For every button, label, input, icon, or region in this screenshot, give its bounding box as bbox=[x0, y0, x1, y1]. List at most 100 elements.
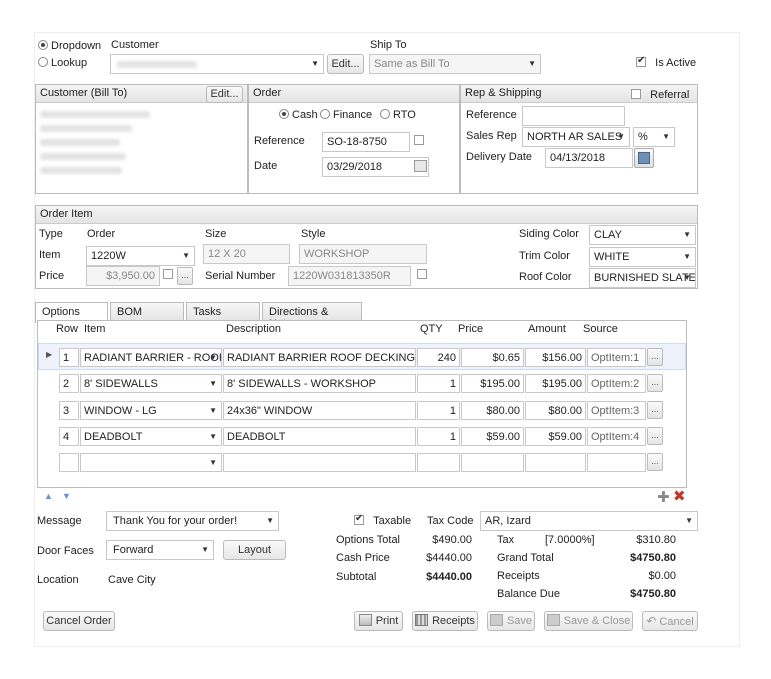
order-header: Order bbox=[249, 85, 459, 103]
row-amount: $59.00 bbox=[525, 427, 586, 446]
bill-to-edit-button[interactable]: Edit... bbox=[206, 86, 243, 103]
customer-edit-button[interactable]: Edit... bbox=[327, 54, 364, 74]
delivery-date-input[interactable]: 04/13/2018 bbox=[545, 148, 633, 168]
row-qty[interactable]: 1 bbox=[417, 401, 460, 420]
is-active-label: Is Active bbox=[655, 57, 697, 69]
save-close-icon bbox=[546, 614, 560, 626]
ship-to-select[interactable]: Same as Bill To bbox=[369, 54, 541, 74]
is-active-toggle[interactable]: Is Active bbox=[636, 55, 697, 69]
layout-button[interactable]: Layout bbox=[223, 540, 286, 560]
row-more-button[interactable]: ... bbox=[647, 348, 663, 366]
tax-code-select[interactable]: AR, Izard bbox=[480, 511, 698, 531]
print-button[interactable]: Print bbox=[354, 611, 403, 631]
save-button[interactable]: Save bbox=[487, 611, 535, 631]
add-row-icon[interactable]: ✚ bbox=[657, 488, 670, 506]
price-override-checkbox[interactable] bbox=[163, 269, 173, 279]
receipts-icon bbox=[415, 614, 429, 626]
order-item-title: Order Item bbox=[40, 208, 93, 220]
row-item-select[interactable]: WINDOW - LG bbox=[80, 401, 222, 420]
trim-color-label: Trim Color bbox=[519, 250, 570, 262]
trim-color-select[interactable]: WHITE bbox=[589, 247, 696, 267]
sales-rep-label: Sales Rep bbox=[466, 130, 517, 142]
pay-cash-label: Cash bbox=[292, 109, 318, 121]
calendar-icon[interactable] bbox=[414, 160, 427, 172]
pay-rto-option[interactable]: RTO bbox=[380, 109, 416, 121]
row-item-select[interactable]: DEADBOLT bbox=[80, 427, 222, 446]
tab-directions-notes[interactable]: Directions & Notes bbox=[262, 302, 362, 330]
cancel-button[interactable]: ↶ Cancel bbox=[642, 611, 698, 631]
row-number: 2 bbox=[59, 374, 79, 393]
delete-row-icon[interactable]: ✖ bbox=[673, 487, 686, 505]
order-reference-input[interactable]: SO-18-8750 bbox=[322, 132, 410, 152]
row-qty[interactable]: 240 bbox=[417, 348, 460, 367]
taxable-toggle[interactable]: Taxable bbox=[354, 513, 412, 527]
mode-dropdown-label: Dropdown bbox=[51, 40, 102, 52]
new-row-amount bbox=[525, 453, 586, 472]
redacted-text bbox=[40, 153, 126, 160]
radio-icon bbox=[320, 109, 330, 119]
mode-lookup-option[interactable]: Lookup bbox=[38, 57, 87, 69]
roof-color-select[interactable]: BURNISHED SLATE bbox=[589, 268, 696, 288]
roof-color-label: Roof Color bbox=[519, 271, 572, 283]
order-reference-label: Reference bbox=[254, 135, 305, 147]
cancel-order-button[interactable]: Cancel Order bbox=[43, 611, 115, 631]
radio-icon bbox=[38, 57, 48, 67]
new-row-price[interactable] bbox=[461, 453, 524, 472]
message-select[interactable]: Thank You for your order! bbox=[106, 511, 279, 531]
save-icon bbox=[489, 614, 503, 626]
row-price[interactable]: $195.00 bbox=[461, 374, 524, 393]
referral-toggle[interactable]: Referral bbox=[631, 89, 689, 101]
reference-checkbox[interactable] bbox=[414, 135, 424, 145]
tab-bom[interactable]: BOM bbox=[110, 302, 184, 321]
new-row-description[interactable] bbox=[223, 453, 416, 472]
tax-value: $310.80 bbox=[636, 534, 676, 546]
sales-rep-select[interactable]: NORTH AR SALES bbox=[522, 127, 630, 147]
door-faces-label: Door Faces bbox=[37, 545, 94, 557]
rep-reference-input[interactable] bbox=[522, 106, 625, 126]
row-description[interactable]: RADIANT BARRIER ROOF DECKING bbox=[223, 348, 416, 367]
row-price[interactable]: $0.65 bbox=[461, 348, 524, 367]
save-close-button[interactable]: Save & Close bbox=[544, 611, 633, 631]
row-qty[interactable]: 1 bbox=[417, 427, 460, 446]
calendar-icon bbox=[638, 152, 650, 164]
order-date-input[interactable]: 03/29/2018 bbox=[322, 157, 429, 177]
radio-icon bbox=[380, 109, 390, 119]
rep-shipping-panel: Rep & Shipping Referral Reference Sales … bbox=[460, 84, 698, 194]
order-label: Order bbox=[87, 228, 116, 240]
siding-color-select[interactable]: CLAY bbox=[589, 225, 696, 245]
redacted-text bbox=[40, 125, 132, 132]
pay-finance-option[interactable]: Finance bbox=[320, 109, 372, 121]
row-price[interactable]: $80.00 bbox=[461, 401, 524, 420]
new-row-more-button[interactable]: ... bbox=[647, 453, 663, 471]
door-faces-select[interactable]: Forward bbox=[106, 540, 214, 560]
receipts-button[interactable]: Receipts bbox=[412, 611, 478, 631]
row-item-select[interactable]: 8' SIDEWALLS bbox=[80, 374, 222, 393]
commission-unit-select[interactable]: % bbox=[633, 127, 675, 147]
row-description[interactable]: 24x36" WINDOW bbox=[223, 401, 416, 420]
row-item-select[interactable]: RADIANT BARRIER - ROOF DECKING bbox=[80, 348, 222, 367]
price-more-button[interactable]: ... bbox=[177, 267, 193, 285]
row-more-button[interactable]: ... bbox=[647, 427, 663, 445]
mode-dropdown-option[interactable]: Dropdown bbox=[38, 40, 101, 52]
serial-checkbox[interactable] bbox=[417, 269, 427, 279]
row-price[interactable]: $59.00 bbox=[461, 427, 524, 446]
move-up-icon[interactable]: ▲ bbox=[44, 491, 53, 501]
printer-icon bbox=[358, 614, 372, 626]
row-more-button[interactable]: ... bbox=[647, 374, 663, 392]
new-row-item-select[interactable] bbox=[80, 453, 222, 472]
tab-tasks[interactable]: Tasks bbox=[186, 302, 260, 321]
item-select[interactable]: 1220W bbox=[86, 246, 195, 266]
row-qty[interactable]: 1 bbox=[417, 374, 460, 393]
row-description[interactable]: DEADBOLT bbox=[223, 427, 416, 446]
style-input: WORKSHOP bbox=[299, 244, 427, 264]
radio-icon bbox=[279, 109, 289, 119]
pay-cash-option[interactable]: Cash bbox=[279, 109, 318, 121]
row-description[interactable]: 8' SIDEWALLS - WORKSHOP bbox=[223, 374, 416, 393]
customer-select[interactable] bbox=[110, 54, 324, 74]
taxable-label: Taxable bbox=[373, 515, 412, 527]
delivery-calendar-button[interactable] bbox=[634, 148, 654, 168]
move-down-icon[interactable]: ▼ bbox=[62, 491, 71, 501]
row-more-button[interactable]: ... bbox=[647, 401, 663, 419]
new-row-qty[interactable] bbox=[417, 453, 460, 472]
redacted-text bbox=[117, 61, 197, 68]
